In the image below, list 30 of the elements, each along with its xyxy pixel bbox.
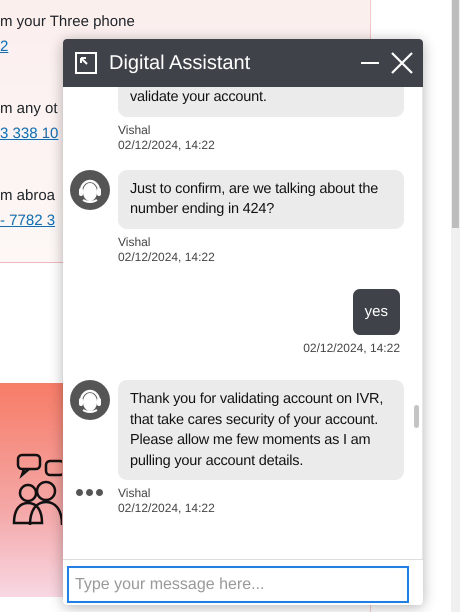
agent-avatar-icon: [70, 170, 110, 210]
scrollbar-thumb[interactable]: [452, 0, 459, 228]
chat-title: Digital Assistant: [109, 51, 252, 76]
sender-name: Vishal: [118, 122, 152, 138]
message-time: 02/12/2024, 14:22: [118, 501, 215, 516]
message-time: 02/12/2024, 14:22: [303, 341, 400, 355]
agent-message: Thank you for validating account on IVR, that take cares security of your account. Please allow me few moments as I am pulling your account details.: [118, 380, 404, 480]
message-time: 02/12/2024, 14:22: [118, 138, 215, 152]
sender-name: Vishal: [118, 234, 152, 250]
message-input[interactable]: Type your message here...: [67, 566, 409, 603]
body-text: m abroa: [0, 186, 56, 206]
close-button[interactable]: [391, 52, 413, 74]
sender-name: Vishal: [118, 486, 152, 501]
phone-link[interactable]: 2: [0, 38, 8, 55]
expand-icon: [75, 52, 97, 74]
expand-button[interactable]: [75, 52, 97, 74]
phone-link[interactable]: 3 338 10: [0, 125, 58, 142]
body-text: m any ot: [0, 99, 58, 119]
group-chat-icon: [10, 453, 62, 527]
agent-message: Just to confirm, are we talking about the number ending in 424?: [118, 170, 404, 228]
agent-avatar-icon: [70, 380, 110, 420]
minimize-icon: [361, 61, 379, 65]
close-icon: [391, 52, 413, 74]
body-text: m your Three phone: [0, 12, 135, 32]
minimize-button[interactable]: [361, 61, 379, 65]
message-time: 02/12/2024, 14:22: [118, 250, 215, 264]
agent-message: validate your account.: [118, 87, 404, 116]
phone-link[interactable]: - 7782 3: [0, 212, 56, 229]
scrollbar-thumb[interactable]: [414, 405, 419, 428]
user-message: yes: [352, 288, 400, 335]
